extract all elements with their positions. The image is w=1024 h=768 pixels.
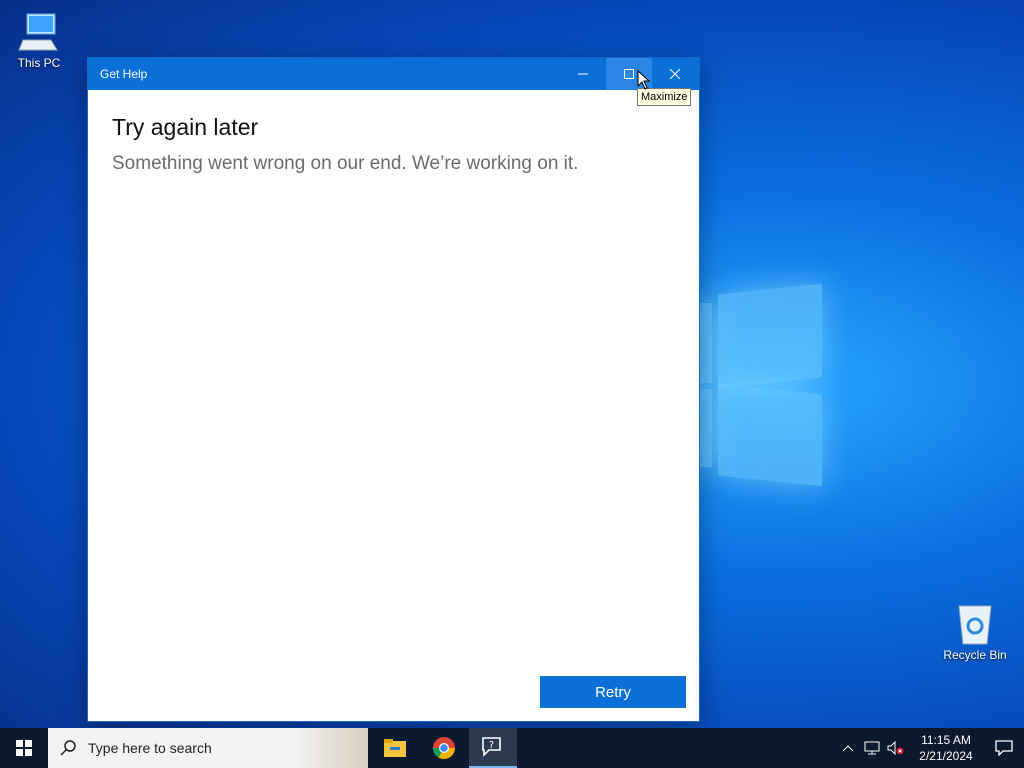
search-box[interactable]: Type here to search	[48, 728, 368, 768]
desktop-icon-label: Recycle Bin	[943, 648, 1007, 662]
chrome-icon	[433, 737, 455, 759]
maximize-icon	[624, 69, 634, 79]
taskbar-get-help[interactable]: ?	[469, 728, 517, 768]
window-title: Get Help	[100, 67, 148, 81]
volume-button[interactable]	[884, 728, 908, 768]
desktop-icon-label: This PC	[17, 56, 61, 70]
get-help-icon: ?	[482, 737, 501, 757]
clock-time: 11:15 AM	[921, 733, 971, 747]
taskbar-file-explorer[interactable]	[371, 728, 419, 768]
chevron-up-icon	[843, 745, 853, 751]
search-highlight-image[interactable]	[294, 728, 368, 768]
start-button[interactable]	[0, 728, 48, 768]
network-button[interactable]	[860, 728, 884, 768]
recycle-bin-icon	[958, 605, 992, 645]
action-center-button[interactable]	[984, 728, 1024, 768]
file-explorer-icon	[384, 739, 406, 757]
desktop-icon-recycle-bin[interactable]: Recycle Bin	[939, 602, 1011, 662]
clock-date: 2/21/2024	[919, 749, 973, 763]
error-message: Something went wrong on our end. We’re w…	[112, 153, 579, 174]
close-icon	[670, 69, 680, 79]
taskbar: Type here to search ? 11:15 AM 2/21/2024	[0, 728, 1024, 768]
system-tray: 11:15 AM 2/21/2024	[836, 728, 1024, 768]
show-hidden-icons-button[interactable]	[836, 728, 860, 768]
mouse-cursor-icon	[637, 70, 651, 90]
retry-button[interactable]: Retry	[540, 676, 686, 708]
error-heading: Try again later	[112, 114, 259, 140]
svg-text:?: ?	[489, 740, 494, 751]
windows-start-icon	[16, 740, 32, 756]
clock[interactable]: 11:15 AM 2/21/2024	[914, 732, 978, 764]
network-icon	[864, 741, 880, 755]
taskbar-chrome[interactable]	[420, 728, 468, 768]
notification-icon	[995, 740, 1013, 756]
minimize-button[interactable]	[560, 58, 606, 90]
desktop-icon-this-pc[interactable]: This PC	[3, 10, 75, 70]
search-icon	[60, 740, 76, 756]
maximize-tooltip: Maximize	[637, 88, 692, 106]
search-placeholder: Type here to search	[88, 740, 212, 756]
title-bar[interactable]: Get Help	[88, 58, 699, 90]
minimize-icon	[578, 73, 588, 75]
computer-icon	[18, 13, 58, 51]
windows-wallpaper-logo	[690, 283, 830, 487]
volume-muted-icon	[887, 741, 904, 755]
get-help-window: Get Help Try again later Something went …	[87, 57, 700, 722]
close-button[interactable]	[652, 58, 698, 90]
